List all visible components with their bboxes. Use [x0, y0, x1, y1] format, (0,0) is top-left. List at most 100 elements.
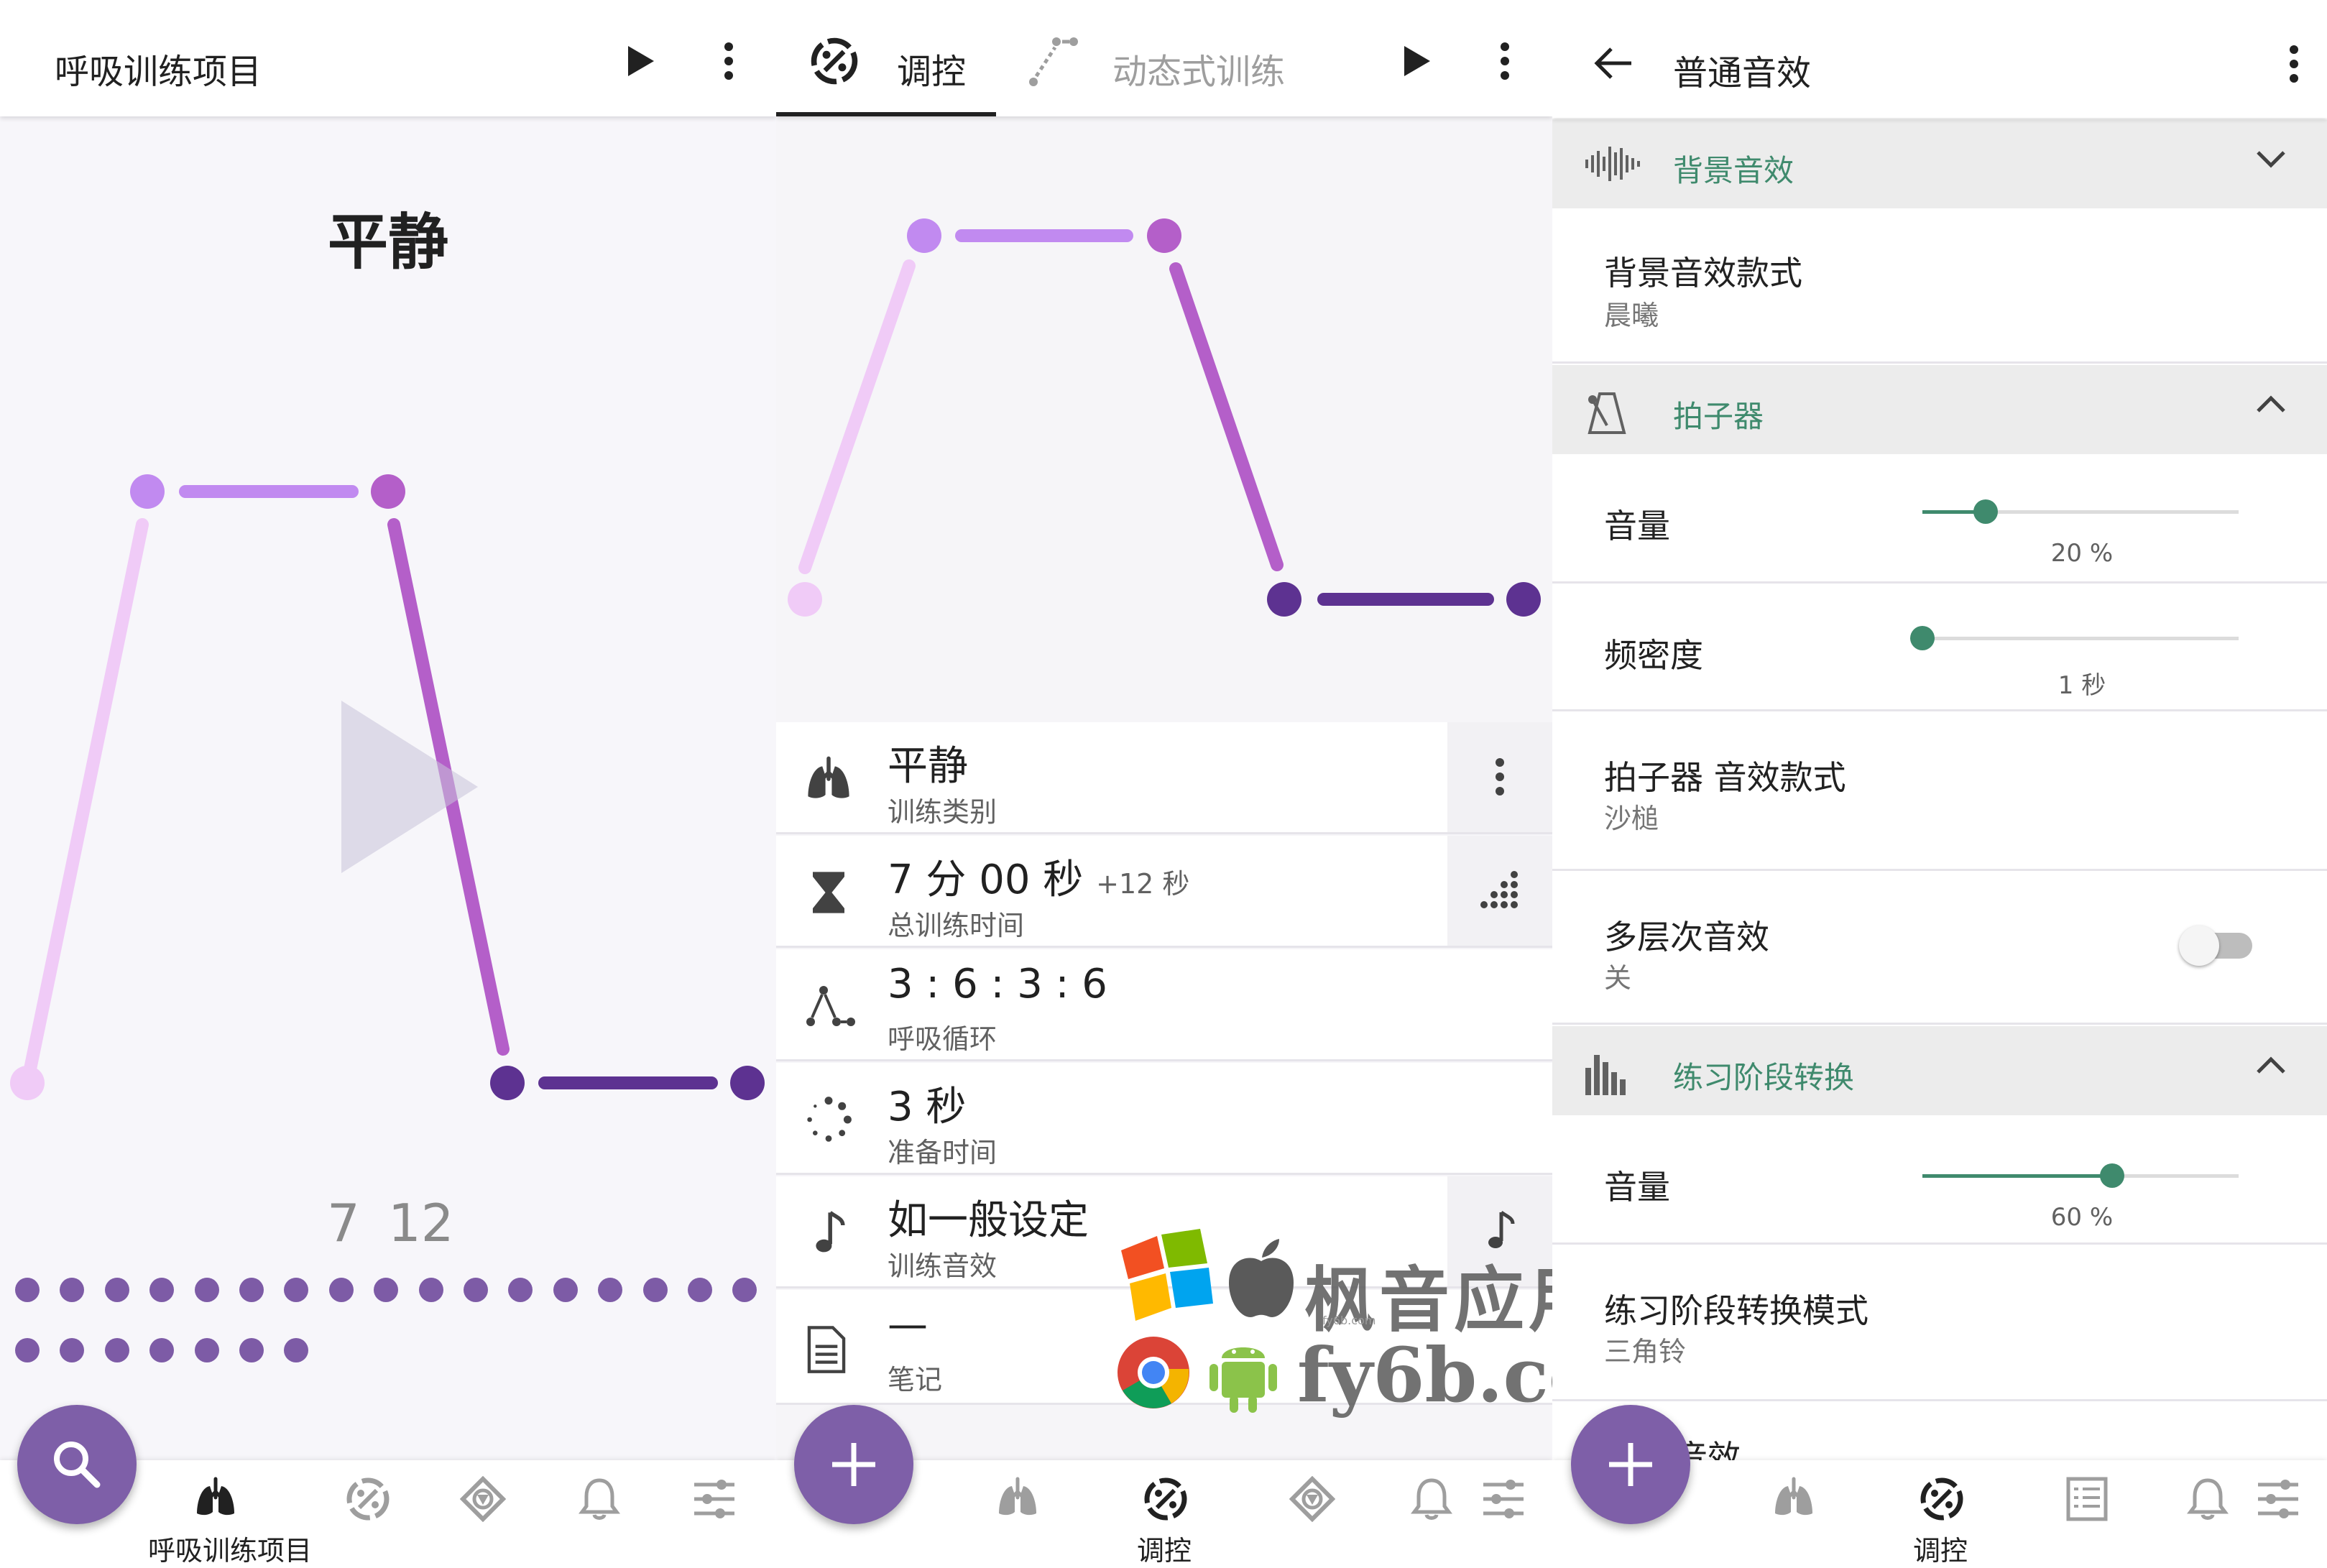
slider-thumb[interactable] [1910, 626, 1935, 650]
lungs-icon [999, 1477, 1036, 1516]
sliders-icon [1483, 1480, 1524, 1518]
play-icon[interactable] [627, 45, 655, 78]
watermark-url: fy6b.com [1297, 1331, 1552, 1419]
nav-control[interactable] [309, 1460, 424, 1568]
site-watermark: 枫音应用 fy6b.com fy6b.com [1056, 1222, 1552, 1430]
more-vert-icon[interactable] [713, 42, 745, 80]
top-app-bar: 呼吸训练项目 [0, 0, 776, 116]
row-time-options-button[interactable] [1447, 836, 1552, 946]
row-breathing-cycle[interactable]: 3 : 6 : 3 : 6 呼吸循环 [776, 949, 1552, 1061]
slider-value: 60 % [2050, 1203, 2114, 1232]
dynamic-path-icon [1029, 37, 1078, 86]
progress-dot [239, 1278, 264, 1302]
phase-node [371, 474, 405, 509]
add-button[interactable] [794, 1405, 913, 1524]
breathing-pattern-chart [788, 218, 1541, 617]
bar-chart-icon [1585, 1055, 1626, 1095]
setting-multilayer-sound[interactable]: 多层次音效 关 [1552, 871, 2327, 1025]
row-training-type[interactable]: 平静 训练类别 [776, 722, 1552, 834]
nav-control[interactable]: 调控 [1883, 1460, 1998, 1568]
search-button[interactable] [17, 1405, 137, 1524]
nav-reminders[interactable] [540, 1460, 655, 1568]
row-main-text: 平静 [888, 743, 968, 790]
bell-icon [2187, 1478, 2229, 1520]
row-sub-text: 呼吸循环 [888, 1023, 997, 1055]
nav-breathing-exercises[interactable]: 呼吸训练项目 [148, 1460, 312, 1568]
progress-dot [194, 1278, 219, 1302]
chevron-down-icon [2257, 151, 2285, 168]
app-bar-title: 普通音效 [1673, 53, 1812, 93]
row-sub-text: 准备时间 [888, 1137, 997, 1168]
toggle-thumb [2179, 926, 2219, 966]
sound-wave-icon [1585, 147, 1640, 181]
phase-node [490, 1066, 525, 1100]
setting-metronome-style[interactable]: 拍子器 音效款式 沙槌 [1552, 711, 2327, 871]
nav-settings[interactable] [1466, 1460, 1552, 1568]
setting-title: 音量 [1604, 1168, 1670, 1207]
more-vert-icon[interactable] [1489, 42, 1521, 80]
section-phase-transition[interactable]: 练习阶段转换 [1552, 1026, 2327, 1115]
progress-dot [149, 1338, 175, 1362]
hourglass-icon [813, 872, 844, 913]
more-vert-icon[interactable] [2278, 45, 2310, 83]
slider-thumb[interactable] [2100, 1163, 2124, 1188]
metronome-volume-slider[interactable] [1922, 497, 2239, 526]
cycle-path-icon [806, 986, 855, 1026]
back-arrow-icon[interactable] [1593, 46, 1633, 80]
progress-dot [374, 1278, 399, 1302]
tab-control[interactable]: 调控 [776, 0, 996, 116]
setting-title: 拍子器 音效款式 [1604, 758, 1846, 797]
row-total-time[interactable]: 7 分 00 秒 +12 秒 总训练时间 [776, 836, 1552, 948]
phase-volume-slider[interactable] [1922, 1161, 2239, 1190]
section-metronome[interactable]: 拍子器 [1552, 365, 2327, 454]
setting-background-style[interactable]: 背景音效款式 晨曦 [1552, 208, 2327, 364]
progress-dot [688, 1278, 712, 1302]
watermark-small-url: fy6b.com [1322, 1314, 1376, 1327]
compass-diamond-icon [460, 1476, 506, 1522]
inhale-segment [21, 518, 149, 1089]
nav-settings[interactable] [655, 1460, 770, 1568]
setting-title: 音量 [1604, 507, 1670, 545]
more-vert-icon [1496, 758, 1504, 795]
setting-frequency: 频密度 1 秒 [1552, 584, 2327, 711]
control-panel: 调控 动态式训练 平静 训练类别 7 分 00 秒 +12 秒 总训练时间 3 … [776, 0, 1552, 1568]
nav-breathing-exercises[interactable] [1736, 1460, 1851, 1568]
nav-notes[interactable] [2029, 1460, 2144, 1568]
plus-icon [832, 1443, 875, 1486]
row-preparation-time[interactable]: 3 秒 准备时间 [776, 1063, 1552, 1175]
section-title: 背景音效 [1673, 153, 1794, 188]
total-time-value: 7 分 00 秒 [888, 857, 1084, 903]
section-background-sound[interactable]: 背景音效 [1552, 119, 2327, 208]
elapsed-counter: 7 [327, 1193, 360, 1253]
setting-title: 练习阶段转换模式 [1604, 1291, 1868, 1330]
nav-navigation[interactable] [424, 1460, 539, 1568]
progress-dot [418, 1278, 443, 1302]
setting-title: 背景音效款式 [1604, 254, 1802, 292]
breathing-pattern-chart [10, 474, 765, 1100]
add-button[interactable] [1571, 1405, 1690, 1524]
nav-settings[interactable] [2241, 1460, 2327, 1568]
nav-label: 调控 [1136, 1535, 1192, 1567]
row-more-button[interactable] [1447, 722, 1552, 832]
slider-thumb[interactable] [1973, 499, 1998, 524]
progress-dot [239, 1338, 264, 1362]
nav-control[interactable]: 调控 [1107, 1460, 1222, 1568]
plus-icon [1609, 1443, 1652, 1486]
music-note-icon [816, 1211, 845, 1253]
chevron-up-icon [2257, 1056, 2285, 1074]
progress-dot [642, 1278, 668, 1302]
nav-navigation[interactable] [1253, 1460, 1368, 1568]
nav-label: 调控 [1912, 1535, 1968, 1567]
row-main-text: 3 秒 [888, 1084, 967, 1130]
play-icon[interactable] [1403, 45, 1432, 78]
nav-breathing-exercises[interactable] [960, 1460, 1075, 1568]
dial-percent-icon [811, 37, 858, 85]
frequency-slider[interactable] [1910, 624, 2239, 652]
row-sub-text: 笔记 [888, 1364, 943, 1396]
progress-dot [284, 1338, 309, 1362]
setting-phase-mode[interactable]: 练习阶段转换模式 三角铃 [1552, 1245, 2327, 1401]
tab-dynamic-training[interactable]: 动态式训练 [1013, 0, 1373, 116]
section-title: 拍子器 [1673, 399, 1764, 434]
slider-track[interactable] [1922, 637, 2239, 640]
progress-dot [553, 1278, 578, 1302]
